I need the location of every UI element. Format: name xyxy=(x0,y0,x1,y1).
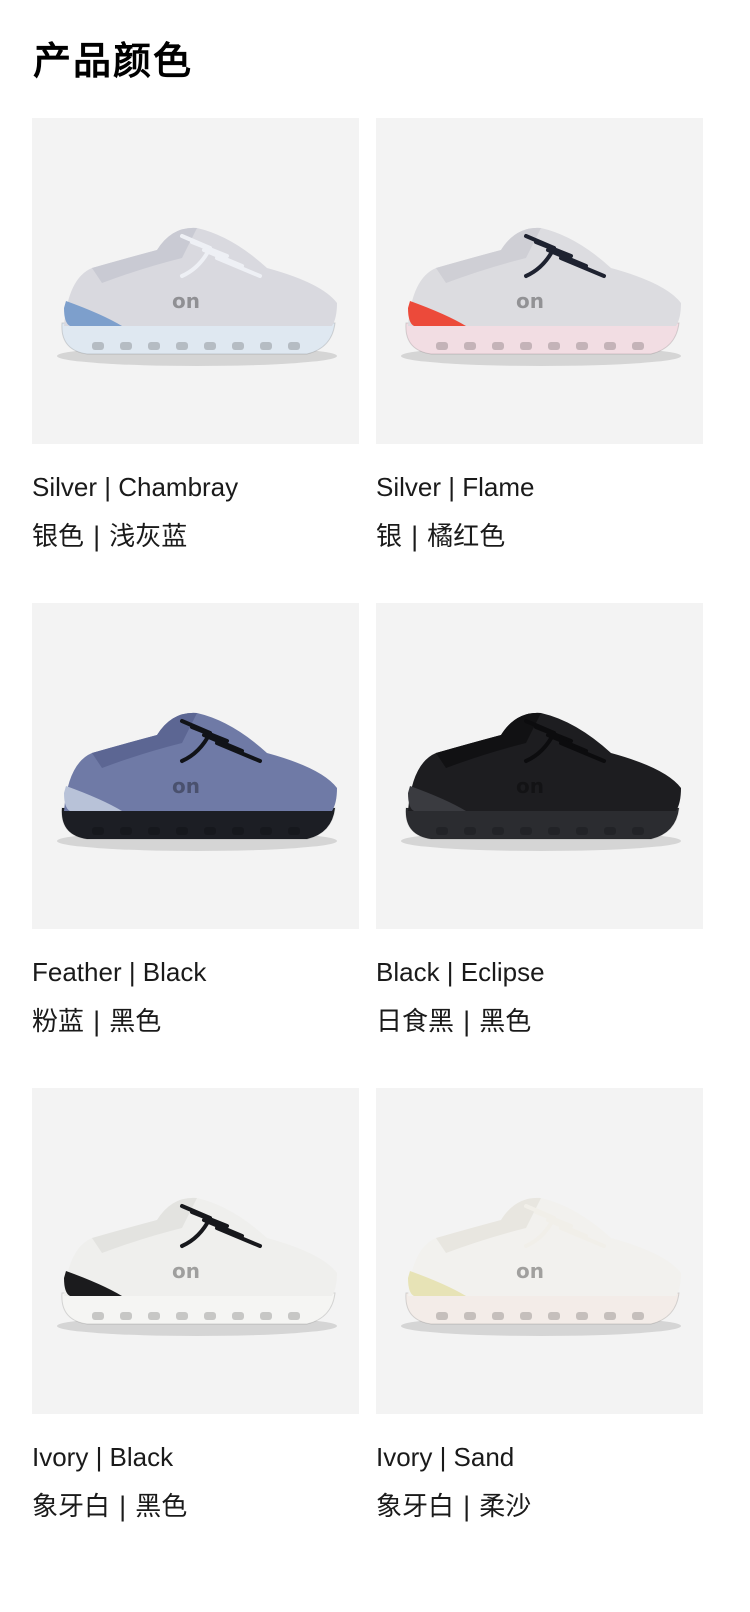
svg-text:on: on xyxy=(516,289,544,313)
shoe-illustration: on xyxy=(401,712,681,851)
svg-text:on: on xyxy=(172,289,200,313)
color-name-en: Feather | Black xyxy=(32,957,207,987)
color-name-en: Silver | Chambray xyxy=(32,472,239,502)
color-card[interactable]: on Silver | Chambray 银色 | 浅灰蓝 xyxy=(32,118,359,552)
shoe-illustration: on xyxy=(401,1197,681,1336)
svg-text:on: on xyxy=(172,1259,200,1283)
color-name-cn: 银色 | 浅灰蓝 xyxy=(32,522,188,552)
shoe-image[interactable]: on xyxy=(32,603,359,929)
color-name-cn: 粉蓝 | 黑色 xyxy=(32,1007,162,1037)
shoe-image[interactable]: on xyxy=(32,1088,359,1414)
shoe-image[interactable]: on xyxy=(32,118,359,444)
shoe-image[interactable]: on xyxy=(376,1088,703,1414)
shoe-illustration: on xyxy=(57,227,337,366)
color-name-cn: 象牙白 | 柔沙 xyxy=(376,1492,532,1522)
svg-text:on: on xyxy=(172,774,200,798)
svg-text:on: on xyxy=(516,774,544,798)
color-name-en: Ivory | Black xyxy=(32,1442,174,1472)
color-card[interactable]: on Silver | Flame 银 | 橘红色 xyxy=(376,118,703,552)
color-name-en: Silver | Flame xyxy=(376,472,535,502)
color-name-en: Black | Eclipse xyxy=(376,957,545,987)
color-card[interactable]: on Black | Eclipse 日食黑 | 黑色 xyxy=(376,603,703,1037)
shoe-illustration: on xyxy=(57,1197,337,1336)
color-card[interactable]: on Ivory | Sand 象牙白 | 柔沙 xyxy=(376,1088,703,1522)
color-card[interactable]: on Feather | Black 粉蓝 | 黑色 xyxy=(32,603,359,1037)
page-title: 产品颜色 xyxy=(33,39,194,83)
shoe-illustration: on xyxy=(57,712,337,851)
color-name-cn: 日食黑 | 黑色 xyxy=(376,1007,532,1037)
color-name-cn: 象牙白 | 黑色 xyxy=(32,1492,188,1522)
shoe-illustration: on xyxy=(401,227,681,366)
shoe-image[interactable]: on xyxy=(376,118,703,444)
color-name-en: Ivory | Sand xyxy=(376,1442,515,1472)
shoe-image[interactable]: on xyxy=(376,603,703,929)
svg-text:on: on xyxy=(516,1259,544,1283)
color-name-cn: 银 | 橘红色 xyxy=(376,522,506,552)
color-card[interactable]: on Ivory | Black 象牙白 | 黑色 xyxy=(32,1088,359,1522)
